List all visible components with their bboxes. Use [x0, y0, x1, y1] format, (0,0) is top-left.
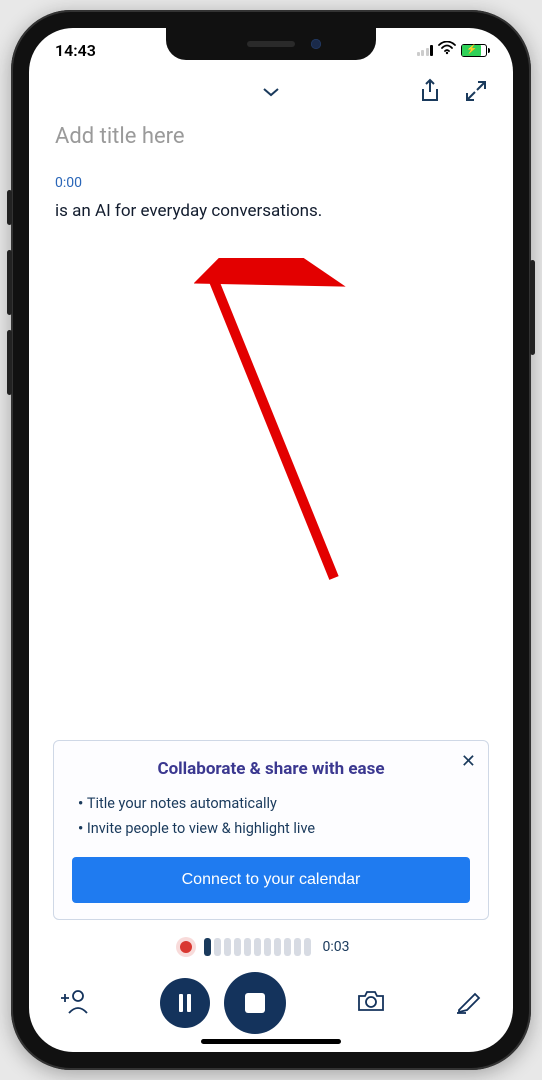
- share-icon[interactable]: [419, 78, 441, 108]
- banner-bullets: Title your notes automatically Invite pe…: [72, 791, 470, 841]
- clock: 14:43: [55, 41, 96, 60]
- pause-button[interactable]: [160, 978, 210, 1028]
- battery-icon: ⚡: [461, 44, 487, 57]
- notch: [166, 28, 376, 60]
- top-toolbar: [29, 72, 513, 114]
- banner-heading: Collaborate & share with ease: [72, 759, 470, 779]
- record-indicator-icon: [180, 941, 192, 953]
- add-person-icon[interactable]: [61, 987, 91, 1019]
- close-icon[interactable]: ✕: [461, 751, 476, 772]
- title-input[interactable]: Add title here: [55, 124, 487, 149]
- banner-bullet: Title your notes automatically: [78, 791, 464, 816]
- elapsed-time: 0:03: [323, 939, 363, 955]
- promo-banner: ✕ Collaborate & share with ease Title yo…: [53, 740, 489, 920]
- camera-icon[interactable]: [356, 989, 386, 1017]
- cellular-signal-icon: [417, 44, 434, 56]
- connect-calendar-button[interactable]: Connect to your calendar: [72, 857, 470, 903]
- screen: 14:43 ⚡: [29, 28, 513, 1052]
- transcript-text[interactable]: is an AI for everyday conversations.: [55, 199, 487, 225]
- audio-scrubber[interactable]: 0:03: [29, 934, 513, 964]
- stop-button[interactable]: [224, 972, 286, 1034]
- waveform-ticks: [204, 938, 311, 956]
- phone-frame: 14:43 ⚡: [11, 10, 531, 1070]
- wifi-icon: [438, 41, 456, 59]
- expand-icon[interactable]: [465, 80, 487, 106]
- banner-bullet: Invite people to view & highlight live: [78, 816, 464, 841]
- content-area: Add title here 0:00 is an AI for everyda…: [29, 114, 513, 740]
- highlighter-icon[interactable]: [455, 988, 481, 1018]
- transcript-timestamp: 0:00: [55, 175, 487, 191]
- chevron-down-icon[interactable]: [260, 84, 282, 103]
- home-indicator[interactable]: [201, 1039, 341, 1044]
